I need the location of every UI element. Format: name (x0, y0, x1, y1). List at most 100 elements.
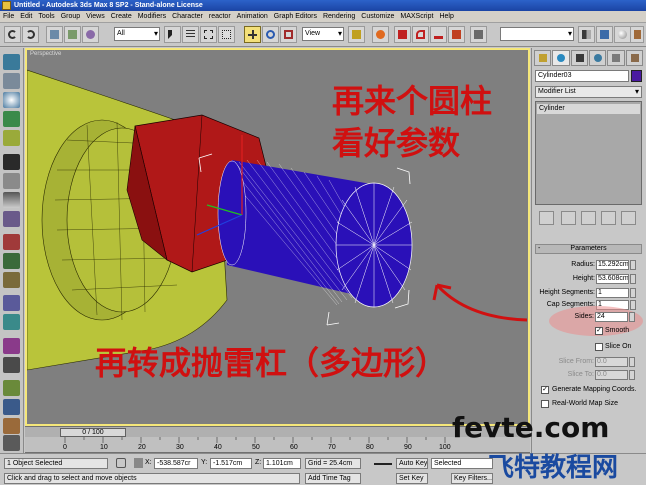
undo-button[interactable] (4, 26, 21, 43)
selection-region-button[interactable] (200, 26, 217, 43)
reference-coordinate-dropdown[interactable]: View (302, 27, 344, 41)
unlink-button[interactable] (64, 26, 81, 43)
modifier-list-dropdown[interactable]: Modifier List (535, 86, 642, 98)
height-field[interactable]: 53.608cm (596, 274, 629, 284)
stack-item-cylinder[interactable]: Cylinder (537, 104, 640, 114)
make-unique-button[interactable] (581, 211, 596, 225)
menu-rendering[interactable]: Rendering (323, 13, 355, 20)
y-coordinate-field[interactable]: -1.517cm (210, 458, 252, 469)
sides-field[interactable]: 24 (595, 312, 628, 322)
tab-motion[interactable] (588, 50, 607, 66)
height-segments-spinner[interactable] (630, 288, 636, 298)
tab-modify[interactable] (552, 50, 570, 66)
tool-16-icon[interactable] (3, 357, 20, 373)
window-crossing-button[interactable] (218, 26, 235, 43)
absolute-mode-icon[interactable] (134, 458, 143, 468)
percent-snap-button[interactable] (430, 26, 447, 43)
select-by-name-button[interactable] (182, 26, 199, 43)
snap-toggle-button[interactable] (394, 26, 411, 43)
real-world-checkbox[interactable] (541, 400, 549, 408)
tool-20-icon[interactable] (3, 435, 20, 451)
menu-create[interactable]: Create (111, 13, 132, 20)
selected-dropdown[interactable]: Selected (431, 458, 493, 469)
tool-18-icon[interactable] (3, 399, 20, 415)
sides-spinner[interactable] (629, 312, 635, 322)
add-time-tag-button[interactable]: Add Time Tag (305, 473, 361, 484)
material-editor-button[interactable] (614, 26, 631, 43)
spinner-snap-button[interactable] (448, 26, 465, 43)
menu-file[interactable]: File (3, 13, 14, 20)
z-coordinate-field[interactable]: 1.101cm (263, 458, 301, 469)
tool-3-icon[interactable] (3, 92, 20, 108)
remove-modifier-button[interactable] (601, 211, 616, 225)
tool-10-icon[interactable] (3, 234, 20, 250)
tool-15-icon[interactable] (3, 338, 20, 354)
gen-mapping-checkbox[interactable]: ✓ (541, 386, 549, 394)
select-object-button[interactable] (164, 26, 181, 43)
quick-render-button[interactable] (630, 26, 644, 43)
menu-edit[interactable]: Edit (20, 13, 32, 20)
angle-snap-button[interactable] (412, 26, 429, 43)
named-selection-sets-dropdown[interactable] (500, 27, 574, 41)
menu-help[interactable]: Help (439, 13, 453, 20)
tool-5-icon[interactable] (3, 130, 20, 146)
lock-selection-icon[interactable] (116, 458, 126, 468)
tool-12-icon[interactable] (3, 272, 20, 288)
menu-customize[interactable]: Customize (361, 13, 394, 20)
tool-14-icon[interactable] (3, 314, 20, 330)
tab-display[interactable] (607, 50, 625, 66)
menu-group[interactable]: Group (61, 13, 80, 20)
radius-spinner[interactable] (630, 260, 636, 270)
parameters-rollout-header[interactable]: - Parameters (535, 244, 642, 254)
named-selection-button[interactable] (470, 26, 487, 43)
radius-field[interactable]: 15.292cm (596, 260, 629, 270)
menu-animation[interactable]: Animation (237, 13, 268, 20)
redo-button[interactable] (22, 26, 39, 43)
menu-reactor[interactable]: reactor (209, 13, 231, 20)
tool-19-icon[interactable] (3, 418, 20, 434)
slice-to-spinner[interactable] (629, 370, 635, 380)
menu-graph-editors[interactable]: Graph Editors (274, 13, 317, 20)
show-end-result-button[interactable] (561, 211, 576, 225)
select-and-scale-button[interactable] (280, 26, 297, 43)
tool-2-icon[interactable] (3, 73, 20, 89)
tool-4-icon[interactable] (3, 111, 20, 127)
select-link-button[interactable] (46, 26, 63, 43)
x-coordinate-field[interactable]: -538.587cr (154, 458, 198, 469)
tool-6-icon[interactable] (3, 154, 20, 170)
pin-stack-button[interactable] (539, 211, 554, 225)
height-segments-field[interactable]: 1 (596, 288, 629, 298)
height-spinner[interactable] (630, 274, 636, 284)
select-and-move-button[interactable] (244, 26, 261, 43)
menu-modifiers[interactable]: Modifiers (138, 13, 166, 20)
menu-character[interactable]: Character (172, 13, 203, 20)
menu-views[interactable]: Views (86, 13, 105, 20)
tab-create[interactable] (534, 50, 552, 66)
select-and-rotate-button[interactable] (262, 26, 279, 43)
tab-utilities[interactable] (625, 50, 643, 66)
tool-7-icon[interactable] (3, 173, 20, 189)
cap-segments-spinner[interactable] (630, 300, 636, 310)
set-key-button[interactable]: Set Key (396, 473, 428, 484)
object-name-field[interactable]: Cylinder03 (535, 70, 629, 82)
time-slider[interactable]: 0 / 100 (60, 428, 126, 437)
smooth-checkbox[interactable]: ✓ (595, 327, 603, 335)
slice-from-spinner[interactable] (629, 357, 635, 367)
configure-sets-button[interactable] (621, 211, 636, 225)
tool-8-icon[interactable] (3, 192, 20, 208)
align-button[interactable] (596, 26, 613, 43)
menu-maxscript[interactable]: MAXScript (400, 13, 433, 20)
bind-space-warp-button[interactable] (82, 26, 99, 43)
object-color-swatch[interactable] (631, 70, 642, 82)
pivot-center-button[interactable] (348, 26, 365, 43)
tool-17-icon[interactable] (3, 380, 20, 396)
slice-to-field[interactable]: 0.0 (595, 370, 628, 380)
mirror-button[interactable] (578, 26, 595, 43)
menu-tools[interactable]: Tools (38, 13, 54, 20)
viewport-label[interactable]: Perspective (30, 51, 61, 57)
tool-9-icon[interactable] (3, 211, 20, 227)
selection-filter-dropdown[interactable]: All (114, 27, 160, 41)
auto-key-button[interactable]: Auto Key (396, 458, 428, 469)
tab-hierarchy[interactable] (570, 50, 588, 66)
key-filters-button[interactable]: Key Filters... (451, 473, 493, 484)
